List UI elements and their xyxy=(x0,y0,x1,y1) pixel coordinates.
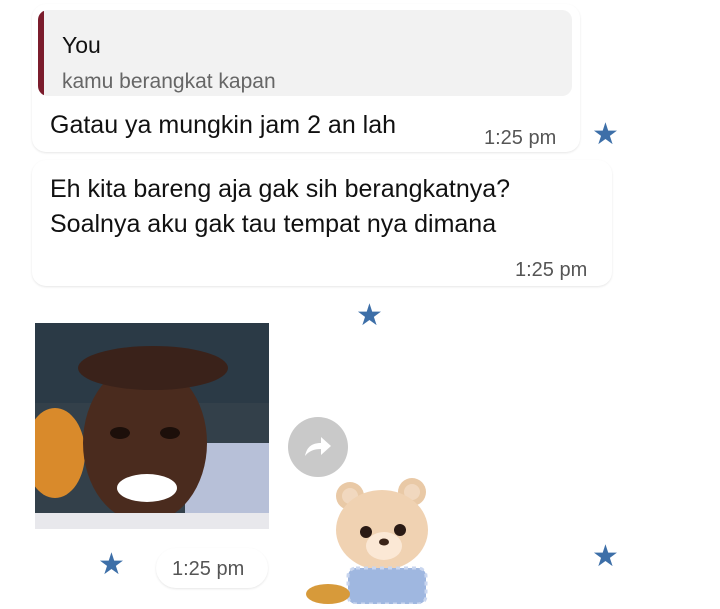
star-icon: ★ xyxy=(592,540,619,573)
star-icon: ★ xyxy=(356,299,383,332)
image-message[interactable] xyxy=(35,323,269,529)
quote-text: kamu berangkat kapan xyxy=(62,70,276,93)
message-time: 1:25 pm xyxy=(515,259,588,281)
star-icon: ★ xyxy=(98,548,125,581)
quoted-message[interactable]: You kamu berangkat kapan xyxy=(38,10,572,96)
star-icon: ★ xyxy=(592,118,619,151)
teddy-bear-sticker xyxy=(306,478,428,606)
forward-icon xyxy=(305,437,331,456)
message-text: Eh kita bareng aja gak sih berangkatnya?… xyxy=(50,175,511,238)
message-text: Gatau ya mungkin jam 2 an lah xyxy=(50,111,397,139)
photo-image xyxy=(35,323,269,529)
quote-accent-bar xyxy=(38,10,44,96)
message-time: 1:25 pm xyxy=(484,127,557,149)
sticker-message[interactable] xyxy=(300,468,440,606)
quote-author: You xyxy=(62,32,101,58)
message-time: 1:25 pm xyxy=(172,558,245,580)
